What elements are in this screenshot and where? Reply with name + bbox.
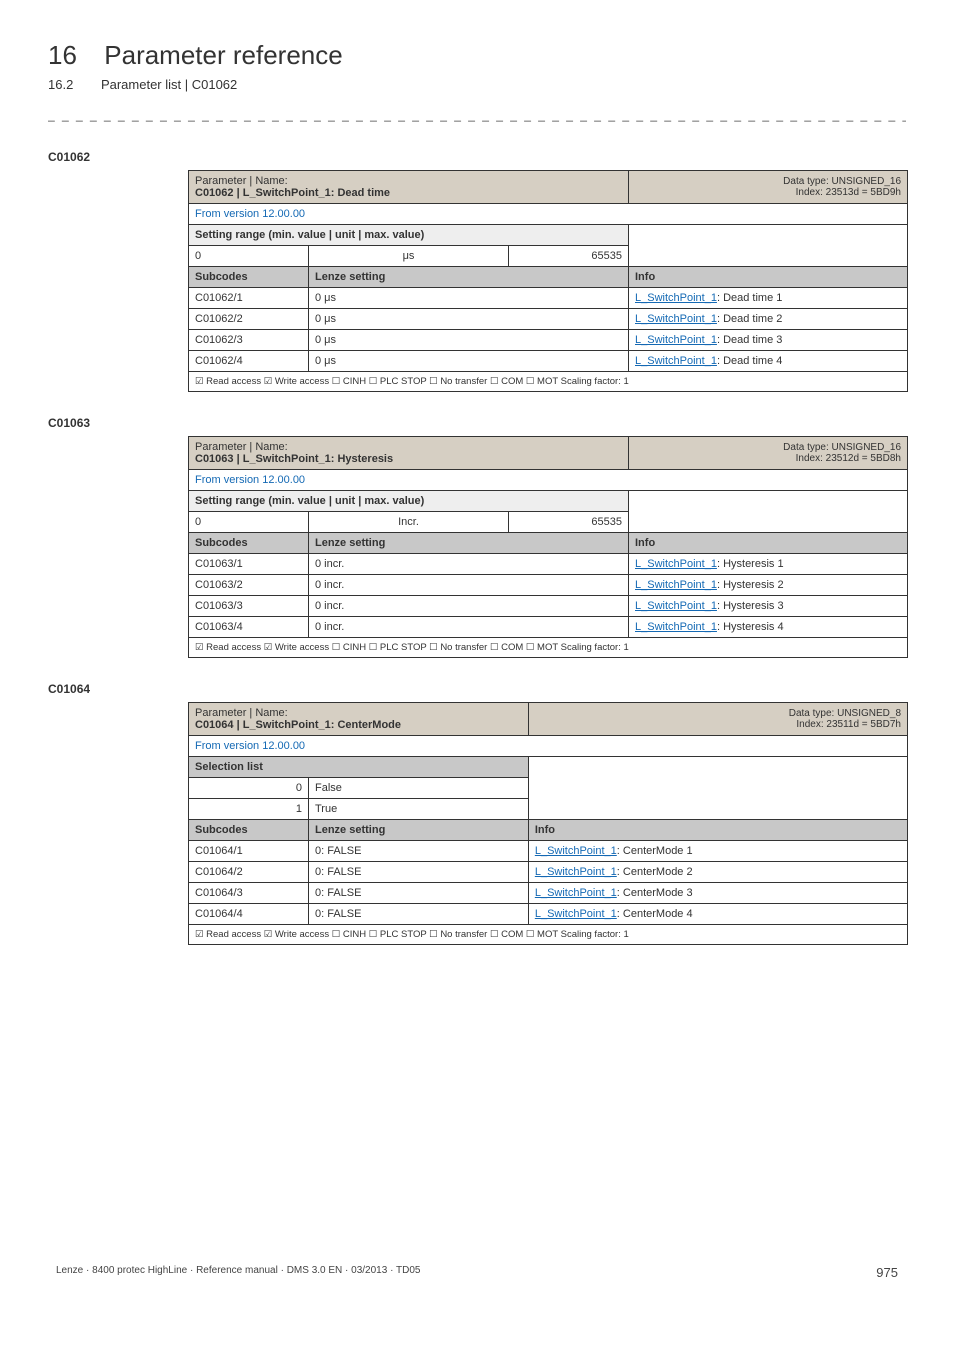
subchapter-title: Parameter list | C01062 bbox=[101, 77, 237, 92]
page-header: 16 Parameter reference 16.2 Parameter li… bbox=[48, 40, 906, 92]
param-label: Parameter | Name: bbox=[195, 175, 288, 187]
param-name: C01062 | L_SwitchPoint_1: Dead time bbox=[195, 187, 390, 199]
table-row: C01062/3 0 μs L_SwitchPoint_1: Dead time… bbox=[189, 330, 908, 351]
range-max: 65535 bbox=[509, 246, 629, 267]
page-footer: Lenze · 8400 protec HighLine · Reference… bbox=[48, 1265, 906, 1276]
footer-text: Lenze · 8400 protec HighLine · Reference… bbox=[56, 1265, 420, 1276]
table-row: C01064/4 0: FALSE L_SwitchPoint_1: Cente… bbox=[189, 904, 908, 925]
subchapter-number: 16.2 bbox=[48, 77, 73, 92]
subcodes-h3: Info bbox=[629, 267, 908, 288]
chapter-number: 16 bbox=[48, 40, 77, 71]
divider-dashes: _ _ _ _ _ _ _ _ _ _ _ _ _ _ _ _ _ _ _ _ … bbox=[48, 108, 906, 122]
subcodes-h2: Lenze setting bbox=[309, 267, 629, 288]
table-row: C01062/1 0 μs L_SwitchPoint_1: Dead time… bbox=[189, 288, 908, 309]
page-number: 975 bbox=[876, 1265, 898, 1280]
range-header: Setting range (min. value | unit | max. … bbox=[195, 229, 424, 241]
section-id-2: C01063 bbox=[48, 416, 906, 430]
table-row: C01064/3 0: FALSE L_SwitchPoint_1: Cente… bbox=[189, 883, 908, 904]
range-min: 0 bbox=[189, 246, 309, 267]
param-table-2: Parameter | Name: C01063 | L_SwitchPoint… bbox=[188, 436, 908, 658]
subcodes-h1: Subcodes bbox=[189, 267, 309, 288]
chapter-title: Parameter reference bbox=[104, 40, 342, 71]
table-row: C01062/2 0 μs L_SwitchPoint_1: Dead time… bbox=[189, 309, 908, 330]
section-id-3: C01064 bbox=[48, 682, 906, 696]
access-row: ☑ Read access ☑ Write access ☐ CINH ☐ PL… bbox=[189, 372, 908, 392]
param-table-1: Parameter | Name: C01062 | L_SwitchPoint… bbox=[188, 170, 908, 392]
section-id-1: C01062 bbox=[48, 150, 906, 164]
table-row: C01063/3 0 incr. L_SwitchPoint_1: Hyster… bbox=[189, 596, 908, 617]
table-row: C01064/2 0: FALSE L_SwitchPoint_1: Cente… bbox=[189, 862, 908, 883]
table-row: C01062/4 0 μs L_SwitchPoint_1: Dead time… bbox=[189, 351, 908, 372]
table-row: C01063/4 0 incr. L_SwitchPoint_1: Hyster… bbox=[189, 617, 908, 638]
dtype-line2: Index: 23513d = 5BD9h bbox=[796, 187, 901, 198]
version-link[interactable]: From version 12.00.00 bbox=[195, 740, 305, 752]
param-table-3: Parameter | Name: C01064 | L_SwitchPoint… bbox=[188, 702, 908, 945]
table-row: C01064/1 0: FALSE L_SwitchPoint_1: Cente… bbox=[189, 841, 908, 862]
version-link[interactable]: From version 12.00.00 bbox=[195, 208, 305, 220]
range-unit: μs bbox=[309, 246, 509, 267]
version-link[interactable]: From version 12.00.00 bbox=[195, 474, 305, 486]
table-row: C01063/1 0 incr. L_SwitchPoint_1: Hyster… bbox=[189, 554, 908, 575]
table-row: C01063/2 0 incr. L_SwitchPoint_1: Hyster… bbox=[189, 575, 908, 596]
dtype-line1: Data type: UNSIGNED_16 bbox=[783, 176, 901, 187]
